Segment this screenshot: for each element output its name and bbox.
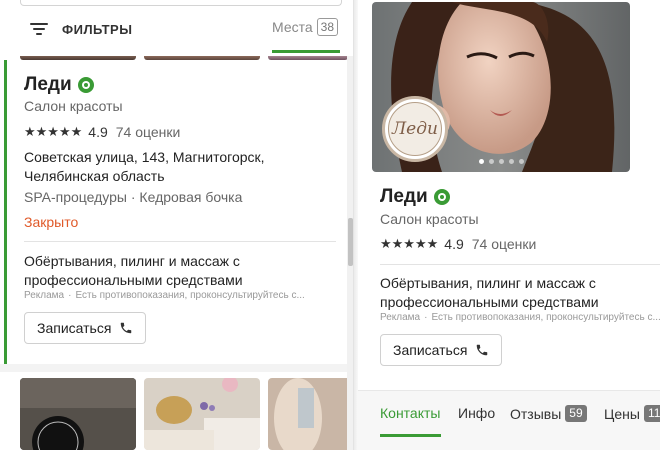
- place-detail-panel: Леди Леди Салон красоты ★★★★★ 4.9 74 оце…: [358, 0, 660, 450]
- detail-place-name: Леди: [380, 186, 450, 208]
- ad-disclaimer: Реклама · Есть противопоказания, проконсул…: [24, 290, 305, 301]
- place-logo: Леди: [382, 96, 448, 162]
- scrollbar-thumb[interactable]: [348, 218, 353, 266]
- detail-ad-disclaimer: Реклама · Есть противопоказания, проконсул…: [380, 312, 660, 323]
- gallery-dot[interactable]: [488, 159, 494, 164]
- verified-icon: [433, 189, 450, 205]
- next-card-photos: [20, 378, 353, 450]
- place-card[interactable]: Леди Салон красоты ★★★★★ 4.9 74 оценки С…: [0, 60, 350, 364]
- gallery-dot[interactable]: [518, 159, 524, 164]
- gallery-dot[interactable]: [508, 159, 514, 164]
- detail-rating-value: 4.9: [444, 236, 464, 252]
- detail-place-name-text: Леди: [380, 186, 428, 207]
- detail-rating-row: ★★★★★ 4.9 74 оценки: [380, 236, 536, 252]
- search-box[interactable]: [20, 0, 342, 6]
- detail-category: Салон красоты: [380, 211, 479, 227]
- filters-label: ФИЛЬТРЫ: [62, 21, 133, 37]
- results-panel: ФИЛЬТРЫ Места 38 Леди Салон красоты ★★★★…: [0, 0, 354, 450]
- detail-tabs: Контакты Инфо Отзывы 59 Цены 11: [358, 390, 660, 450]
- book-button-label: Записаться: [37, 320, 112, 336]
- active-tab-indicator: [380, 434, 441, 437]
- detail-book-button[interactable]: Записаться: [380, 334, 503, 366]
- tab-contacts[interactable]: Контакты: [380, 405, 440, 421]
- star-rating-icon: ★★★★★: [380, 236, 439, 251]
- book-button-label: Записаться: [393, 342, 468, 358]
- status-badge: Закрыто: [24, 214, 79, 230]
- place-services: SPA-процедуры · Кедровая бочка: [24, 189, 243, 205]
- star-rating-icon: ★★★★★: [24, 124, 83, 139]
- tab-places-label: Места: [272, 19, 313, 35]
- next-photo-1[interactable]: [20, 378, 136, 450]
- rating-count-link[interactable]: 74 оценки: [116, 124, 181, 140]
- gallery-dot[interactable]: [498, 159, 504, 164]
- tab-contacts-label: Контакты: [380, 405, 441, 421]
- place-photo-gallery[interactable]: Леди: [372, 2, 630, 172]
- ad-text: Обёртывания, пилинг и массаж с профессио…: [24, 253, 243, 288]
- places-count-badge: 38: [316, 18, 339, 36]
- place-name[interactable]: Леди: [24, 74, 94, 96]
- next-photo-3[interactable]: [268, 378, 353, 450]
- reviews-count-badge: 59: [565, 405, 587, 422]
- place-name-text: Леди: [24, 74, 72, 95]
- next-photo-2[interactable]: [144, 378, 260, 450]
- detail-rating-count-link[interactable]: 74 оценки: [472, 236, 537, 252]
- ad-label: Реклама: [380, 312, 421, 323]
- logo-text: Леди: [388, 102, 442, 156]
- tab-info[interactable]: Инфо: [458, 405, 495, 421]
- phone-icon: [121, 322, 132, 334]
- rating-row: ★★★★★ 4.9 74 оценки: [24, 124, 180, 140]
- tab-places[interactable]: Места 38: [272, 18, 339, 36]
- detail-ad-text: Обёртывания, пилинг и массаж с профессио…: [380, 275, 599, 310]
- tab-prices[interactable]: Цены 11: [604, 405, 660, 422]
- tab-reviews[interactable]: Отзывы 59: [510, 405, 587, 422]
- ad-label: Реклама: [24, 290, 65, 301]
- ad-disclaimer-text: Есть противопоказания, проконсультируйте…: [75, 290, 305, 301]
- filters-button[interactable]: ФИЛЬТРЫ: [28, 18, 132, 40]
- ad-disclaimer-text: Есть противопоказания, проконсультируйте…: [431, 312, 660, 323]
- card-separator: [0, 364, 353, 372]
- verified-icon: [77, 77, 94, 93]
- place-address: Советская улица, 143, Магнитогорск, Челя…: [24, 149, 265, 184]
- divider: [24, 241, 336, 242]
- tab-info-label: Инфо: [458, 405, 496, 421]
- phone-icon: [477, 344, 488, 356]
- tab-prices-label: Цены: [604, 405, 640, 422]
- prices-count-badge: 11: [643, 405, 660, 422]
- selected-card-indicator: [4, 60, 7, 364]
- place-category: Салон красоты: [24, 98, 123, 114]
- book-button[interactable]: Записаться: [24, 312, 147, 344]
- filters-bar: ФИЛЬТРЫ Места 38: [0, 0, 353, 56]
- rating-value: 4.9: [88, 124, 108, 140]
- tab-reviews-label: Отзывы: [510, 405, 562, 422]
- gallery-dot[interactable]: [478, 159, 484, 164]
- divider: [380, 264, 660, 265]
- active-tab-indicator: [272, 50, 340, 53]
- gallery-pagination: [372, 159, 630, 164]
- filter-icon: [28, 18, 50, 40]
